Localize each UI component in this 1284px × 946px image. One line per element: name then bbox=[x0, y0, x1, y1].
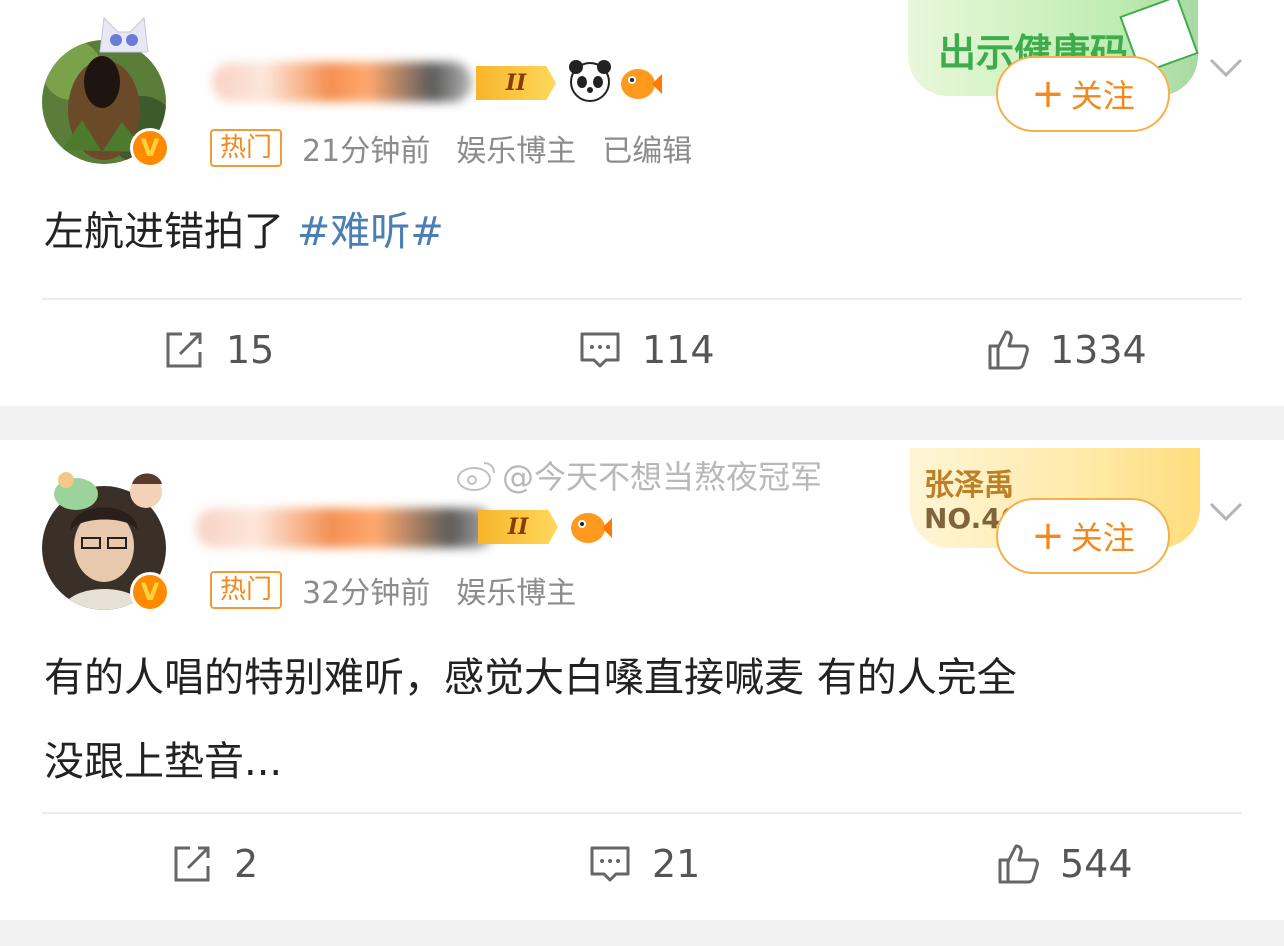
plus-icon: + bbox=[1031, 71, 1065, 117]
fish-icon bbox=[571, 513, 612, 543]
hot-tag: 热门 bbox=[210, 129, 283, 167]
post-time: 21分钟前 bbox=[302, 134, 431, 169]
edited-label[interactable]: 已编辑 bbox=[602, 126, 692, 170]
follow-label: 关注 bbox=[1070, 519, 1135, 557]
repost-count: 15 bbox=[226, 328, 275, 372]
repost-button[interactable]: 2 bbox=[170, 842, 258, 886]
author-role: 娱乐博主 bbox=[456, 134, 577, 169]
post-time: 32分钟前 bbox=[302, 576, 431, 611]
post-card-1: V II 热门 21分钟前 娱乐博主 已编辑 出示健康码 + 关注 左航进错拍了… bbox=[0, 0, 1284, 406]
watermark-text: @今天不想当熬夜冠军 bbox=[502, 458, 823, 496]
comment-icon bbox=[580, 332, 620, 368]
like-count: 1334 bbox=[1050, 328, 1147, 372]
comment-count: 114 bbox=[642, 328, 715, 372]
verified-icon: V bbox=[130, 128, 170, 168]
repost-icon bbox=[174, 846, 210, 882]
post-text: 左航进错拍了 #难听# bbox=[44, 190, 444, 274]
comment-button[interactable]: 114 bbox=[578, 328, 715, 372]
comment-button[interactable]: 21 bbox=[588, 842, 700, 886]
fish-icon bbox=[621, 69, 662, 99]
author-role: 娱乐博主 bbox=[456, 576, 577, 611]
cartoon-decoration bbox=[54, 472, 162, 510]
watermark: @今天不想当熬夜冠军 bbox=[456, 452, 822, 498]
repost-icon bbox=[166, 332, 202, 368]
post-card-2: V II @今天不想当熬夜冠军 热门 32分钟前 娱乐博主 张泽禹 NO.40 … bbox=[0, 440, 1284, 920]
repost-count: 2 bbox=[234, 842, 259, 886]
topic-link[interactable]: #难听# bbox=[297, 209, 444, 255]
post-body: 左航进错拍了 bbox=[44, 209, 297, 255]
divider bbox=[42, 298, 1242, 300]
like-count: 544 bbox=[1060, 842, 1133, 886]
post-text: 有的人唱的特别难听，感觉大白嗓直接喊麦 有的人完全 没跟上垫音... bbox=[44, 636, 1017, 804]
hot-tag: 热门 bbox=[210, 571, 283, 609]
comment-icon bbox=[590, 846, 630, 882]
username-blurred[interactable] bbox=[212, 62, 472, 102]
comment-count: 21 bbox=[652, 842, 701, 886]
like-icon bbox=[988, 330, 1029, 370]
weibo-logo-icon bbox=[457, 462, 495, 491]
chevron-down-icon[interactable] bbox=[1208, 56, 1244, 80]
like-icon bbox=[998, 844, 1039, 884]
follow-button[interactable]: + 关注 bbox=[996, 498, 1170, 574]
level-badge: II bbox=[478, 510, 558, 544]
plus-icon: + bbox=[1031, 513, 1065, 559]
verified-icon: V bbox=[130, 572, 170, 612]
level-badge: II bbox=[476, 66, 556, 100]
divider bbox=[42, 812, 1242, 814]
cat-ears-decoration bbox=[99, 16, 149, 53]
promo-name: 张泽禹 bbox=[924, 468, 1014, 503]
like-button[interactable]: 544 bbox=[996, 842, 1133, 886]
repost-button[interactable]: 15 bbox=[162, 328, 274, 372]
post-body-line-1: 有的人唱的特别难听，感觉大白嗓直接喊麦 有的人完全 bbox=[44, 655, 1017, 701]
panda-icon bbox=[569, 60, 611, 102]
post-meta: 热门 21分钟前 娱乐博主 已编辑 bbox=[210, 126, 718, 170]
like-button[interactable]: 1334 bbox=[986, 328, 1147, 372]
username-blurred[interactable] bbox=[196, 508, 496, 548]
post-body-line-2: 没跟上垫音... bbox=[44, 739, 283, 785]
chevron-down-icon[interactable] bbox=[1208, 500, 1244, 524]
follow-label: 关注 bbox=[1070, 77, 1135, 115]
post-meta: 热门 32分钟前 娱乐博主 bbox=[210, 568, 602, 612]
follow-button[interactable]: + 关注 bbox=[996, 56, 1170, 132]
